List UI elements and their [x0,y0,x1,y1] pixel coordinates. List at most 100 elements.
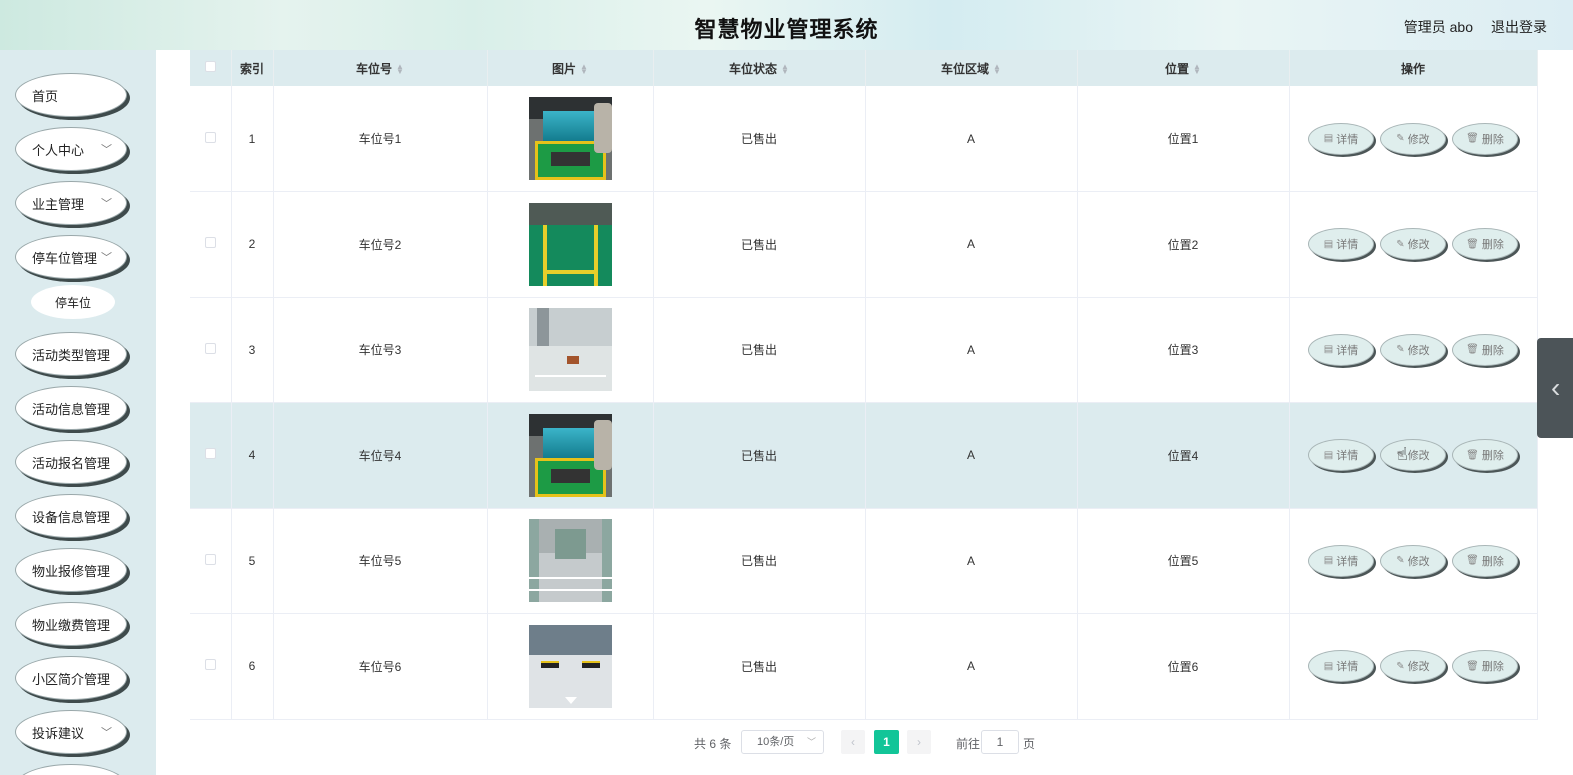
sidebar-item-parking[interactable]: 停车位管理 ﹀ [15,235,127,279]
edit-button[interactable]: ✎ 修改 [1380,228,1446,261]
cell-index: 6 [231,613,274,720]
col-header-area[interactable]: 车位区域 ▲ ▼ [865,50,1078,86]
parking-space-image[interactable] [528,308,612,392]
page-number-current[interactable]: 1 [874,730,899,754]
sidebar-item-activity-signup[interactable]: 活动报名管理 [15,440,127,484]
sidebar-item-equipment[interactable]: 设备信息管理 [15,494,127,538]
sidebar-item-owners[interactable]: 业主管理 ﹀ [15,181,127,225]
cell-spot: 车位号3 [273,297,488,403]
cell-spot: 车位号5 [273,508,488,614]
pagination: 共 6 条 10条/页 ﹀ ‹ 1 › 前往 1 页 [0,729,1573,755]
top-header: 智慧物业管理系统 管理员 abo 退出登录 [0,0,1573,50]
sidebar-item-home[interactable]: 首页 [15,73,127,117]
select-all-cell [190,50,232,86]
goto-page-input[interactable]: 1 [981,730,1019,754]
row-checkbox[interactable] [204,342,216,354]
cell-location: 位置4 [1077,402,1290,509]
row-checkbox[interactable] [204,131,216,143]
trash-icon: 🗑 [1466,133,1479,144]
sidebar-item-label: 活动信息管理 [32,401,111,417]
cell-image [487,86,654,192]
col-header-spot[interactable]: 车位号 ▲ ▼ [273,50,488,86]
cell-status: 已售出 [653,508,866,614]
sidebar-item-label: 活动报名管理 [32,455,111,471]
sidebar-item-label: 个人中心 [32,142,85,158]
sidebar-item-personal[interactable]: 个人中心 ﹀ [15,127,127,171]
col-header-location[interactable]: 位置 ▲ ▼ [1077,50,1290,86]
sort-icon[interactable]: ▲ ▼ [1193,63,1201,76]
sidebar-item-activity-info[interactable]: 活动信息管理 [15,386,127,430]
cell-area: A [865,613,1078,720]
cell-spot: 车位号1 [273,86,488,192]
cell-location: 位置2 [1077,191,1290,298]
sidebar-item-activity-types[interactable]: 活动类型管理 [15,332,127,376]
edit-button[interactable]: ✎ 修改 [1380,544,1446,577]
delete-button[interactable]: 🗑 删除 [1452,333,1518,366]
detail-button[interactable]: ▤ 详情 [1308,333,1374,366]
parking-space-image[interactable] [528,519,612,603]
detail-button[interactable]: ▤ 详情 [1308,439,1374,472]
col-header-status[interactable]: 车位状态 ▲ ▼ [653,50,866,86]
row-checkbox[interactable] [204,237,216,249]
parking-space-image[interactable] [528,202,612,286]
cell-index: 2 [231,191,274,298]
sort-icon[interactable]: ▲ ▼ [396,63,404,76]
detail-button[interactable]: ▤ 详情 [1308,122,1374,155]
row-checkbox-cell [190,402,232,509]
prev-page-button[interactable]: ‹ [841,730,865,754]
sort-icon[interactable]: ▲ ▼ [993,63,1001,76]
next-page-button[interactable]: › [907,730,931,754]
table-row: 1 车位号1 已售出 A 位置1 ▤ 详情 ✎ 修改 🗑 删除 [190,86,1538,192]
sidebar-item-community-intro[interactable]: 小区简介管理 [15,656,127,700]
sidebar-item-repairs[interactable]: 物业报修管理 [15,548,127,592]
edit-button[interactable]: ✎ 修改 [1380,333,1446,366]
cell-actions: ▤ 详情 ✎ 修改 🗑 删除 [1289,613,1538,720]
cell-actions: ▤ 详情 ✎ 修改 🗑 删除 [1289,508,1538,614]
edit-button[interactable]: ✎ 修改 [1380,650,1446,683]
sidebar-item-more[interactable] [15,764,127,775]
delete-button[interactable]: 🗑 删除 [1452,122,1518,155]
pencil-icon: ✎ [1396,238,1405,250]
row-checkbox-cell [190,508,232,614]
cell-actions: ▤ 详情 ✎ 修改 🗑 删除 [1289,86,1538,192]
collapse-panel-tab[interactable]: ‹ [1537,338,1573,438]
cell-index: 1 [231,86,274,192]
detail-button[interactable]: ▤ 详情 [1308,650,1374,683]
sidebar-item-label: 业主管理 [32,196,85,212]
select-all-checkbox[interactable] [204,61,216,72]
edit-button[interactable]: ✎ 修改 [1380,439,1446,472]
cell-image [487,191,654,298]
chevron-down-icon: ﹀ [101,252,112,264]
app-title: 智慧物业管理系统 [694,17,879,42]
logout-link[interactable]: 退出登录 [1491,17,1547,37]
cell-area: A [865,191,1078,298]
cell-area: A [865,86,1078,192]
row-checkbox[interactable] [204,553,216,565]
parking-space-image[interactable] [528,624,612,708]
sidebar-item-fees[interactable]: 物业缴费管理 [15,602,127,646]
detail-button[interactable]: ▤ 详情 [1308,544,1374,577]
sidebar: 首页 个人中心 ﹀ 业主管理 ﹀ 停车位管理 ﹀ 停车位 活动类型管理 活动信息管理 … [0,50,156,775]
row-checkbox[interactable] [204,448,216,460]
delete-button[interactable]: 🗑 删除 [1452,228,1518,261]
edit-button[interactable]: ✎ 修改 [1380,122,1446,155]
cell-actions: ▤ 详情 ✎ 修改 🗑 删除 [1289,297,1538,403]
page-size-select[interactable]: 10条/页 ﹀ [741,730,824,754]
sidebar-subitem-parking-space[interactable]: 停车位 [31,285,115,319]
document-icon: ▤ [1323,449,1334,461]
table-row: 5 车位号5 已售出 A 位置5 ▤ 详情 ✎ 修改 🗑 删除 [190,508,1538,614]
cell-index: 3 [231,297,274,403]
sort-icon[interactable]: ▲ ▼ [781,63,789,76]
delete-button[interactable]: 🗑 删除 [1452,439,1518,472]
delete-button[interactable]: 🗑 删除 [1452,544,1518,577]
detail-button[interactable]: ▤ 详情 [1308,228,1374,261]
col-header-index: 索引 [231,50,274,86]
sort-icon[interactable]: ▲ ▼ [580,63,588,76]
document-icon: ▤ [1323,660,1334,672]
col-header-image[interactable]: 图片 ▲ ▼ [487,50,654,86]
parking-space-image[interactable] [528,97,612,180]
cell-index: 5 [231,508,274,614]
delete-button[interactable]: 🗑 删除 [1452,650,1518,683]
row-checkbox[interactable] [204,659,216,671]
parking-space-image[interactable] [528,413,612,497]
